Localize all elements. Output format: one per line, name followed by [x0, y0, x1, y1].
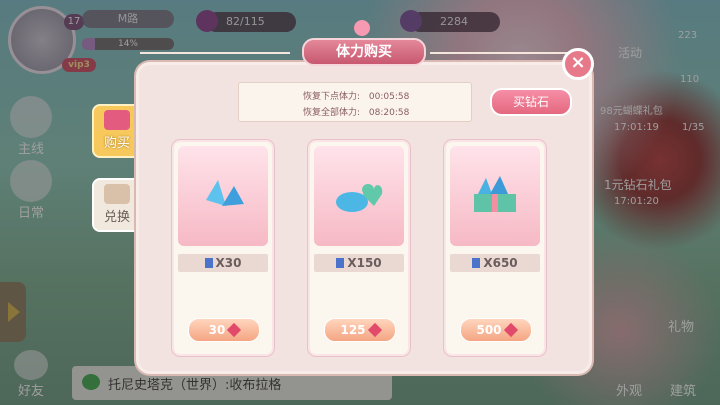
pack-quantity: X150 — [314, 254, 404, 272]
diamond-icon — [367, 322, 382, 338]
stamina-gem-icon — [472, 258, 481, 268]
buy-pack-button[interactable]: 30 — [188, 318, 260, 342]
buy-pack-button[interactable]: 125 — [324, 318, 396, 342]
recover-next-time: 00:05:58 — [368, 92, 410, 102]
stamina-pack-card[interactable]: X150 125 — [308, 140, 410, 356]
diamond-icon — [503, 322, 518, 338]
panel-title: 体力购买 — [302, 38, 426, 66]
title-ribbon-left — [140, 52, 290, 66]
stamina-pack-card[interactable]: X650 500 — [444, 140, 546, 356]
tab-exchange[interactable]: 兑换 — [92, 178, 142, 232]
buy-pack-button[interactable]: 500 — [460, 318, 532, 342]
title-ribbon-right — [430, 52, 580, 66]
recovery-timer-box: 恢复下点体力: 00:05:58 恢复全部体力: 08:20:58 — [238, 82, 472, 122]
recover-all-label: 恢复全部体力: — [303, 108, 361, 118]
stamina-pack-card[interactable]: X30 30 — [172, 140, 274, 356]
diamond-icon — [227, 322, 242, 338]
pack-quantity-text: X650 — [483, 256, 518, 270]
cart-icon — [104, 110, 130, 130]
pack-quantity-text: X150 — [347, 256, 382, 270]
exchange-icon — [104, 184, 130, 204]
pack-quantity: X650 — [450, 254, 540, 272]
tab-buy[interactable]: 购买 — [92, 104, 142, 158]
pack-price: 30 — [208, 323, 226, 337]
pack-quantity: X30 — [178, 254, 268, 272]
pack-artwork — [314, 146, 404, 246]
recover-all-time: 08:20:58 — [368, 108, 410, 118]
stamina-gem-icon — [204, 258, 213, 268]
pack-artwork — [450, 146, 540, 246]
pack-artwork — [178, 146, 268, 246]
tab-buy-label: 购买 — [103, 136, 130, 151]
crystal-heart-box-icon — [336, 184, 383, 212]
small-crystal-icon — [206, 180, 244, 206]
panel-title-banner: 体力购买 — [294, 20, 430, 68]
close-button[interactable]: × — [562, 48, 594, 80]
tab-exchange-label: 兑换 — [103, 210, 130, 225]
stamina-gem-icon — [336, 258, 345, 268]
pack-quantity-text: X30 — [215, 256, 242, 270]
buy-diamond-button[interactable]: 买钻石 — [490, 88, 572, 116]
crown-icon — [354, 20, 370, 36]
pack-price: 125 — [340, 323, 366, 337]
crystal-gift-box-icon — [474, 176, 516, 212]
recover-next-label: 恢复下点体力: — [303, 92, 361, 102]
pack-price: 500 — [476, 323, 502, 337]
